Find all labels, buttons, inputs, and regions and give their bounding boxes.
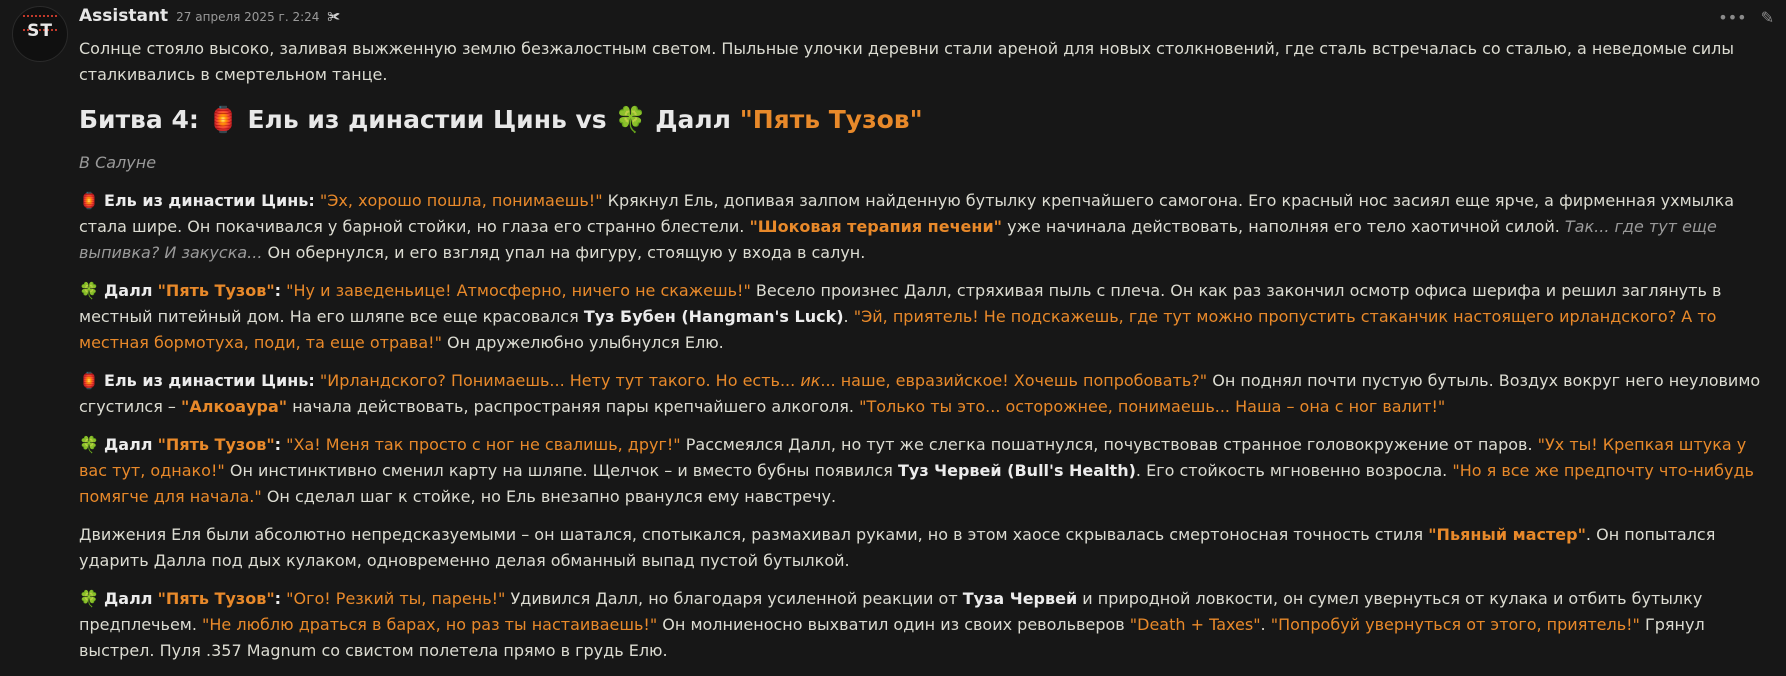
puzzle-icon: ✀ (327, 10, 341, 25)
location-label: В Салуне (79, 153, 157, 172)
message-header: Assistant 27 апреля 2025 г. 2:24 ✀ (79, 6, 340, 30)
paragraph-5: Движения Еля были абсолютно непредсказуе… (79, 525, 1716, 570)
sender-name: Assistant (79, 6, 169, 26)
paragraph-6: 🍀 Далл "Пять Тузов": "Ого! Резкий ты, па… (79, 589, 1705, 660)
message-timestamp: 27 апреля 2025 г. 2:24 (176, 10, 320, 24)
clover-icon: 🍀 (79, 435, 99, 454)
lantern-icon: 🏮 (79, 191, 99, 210)
clover-icon: 🍀 (79, 589, 99, 608)
paragraph-2: 🍀 Далл "Пять Тузов": "Ну и заведеньице! … (79, 281, 1722, 352)
fighter2-nickname: "Пять Тузов" (739, 105, 923, 134)
lantern-icon: 🏮 (79, 371, 99, 390)
message-content: Солнце стояло высоко, заливая выжженную … (79, 36, 1769, 676)
message-actions: ••• ✎ (1718, 8, 1774, 27)
avatar-text: ST (27, 21, 53, 41)
lantern-icon: 🏮 (207, 105, 239, 134)
more-icon[interactable]: ••• (1718, 8, 1746, 27)
chat-message: ST Assistant 27 апреля 2025 г. 2:24 ✀ ••… (0, 0, 1786, 670)
pencil-icon[interactable]: ✎ (1761, 8, 1774, 27)
paragraph-1: 🏮 Ель из династии Цинь: "Эх, хорошо пошл… (79, 191, 1734, 262)
clover-icon: 🍀 (615, 105, 647, 134)
avatar[interactable]: ST (12, 6, 68, 62)
intro-paragraph: Солнце стояло высоко, заливая выжженную … (79, 39, 1734, 84)
battle-heading: Битва 4: 🏮 Ель из династии Цинь vs 🍀 Дал… (79, 105, 923, 134)
paragraph-4: 🍀 Далл "Пять Тузов": "Ха! Меня так прост… (79, 435, 1754, 506)
paragraph-3: 🏮 Ель из династии Цинь: "Ирландского? По… (79, 371, 1761, 416)
clover-icon: 🍀 (79, 281, 99, 300)
